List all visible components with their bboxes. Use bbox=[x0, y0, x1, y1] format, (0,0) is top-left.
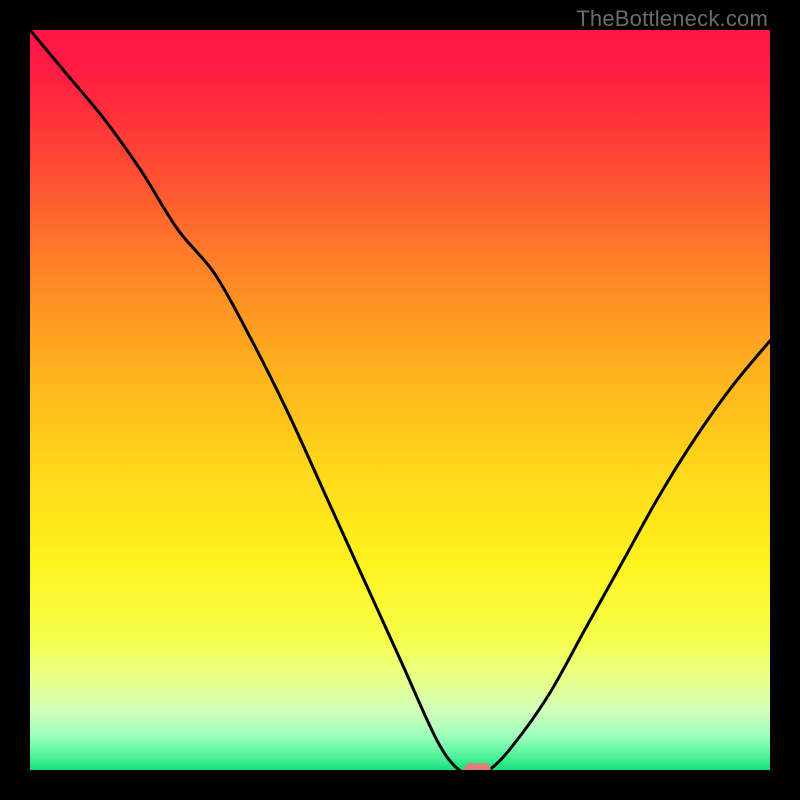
plot-area bbox=[30, 30, 770, 770]
watermark-text: TheBottleneck.com bbox=[576, 6, 768, 32]
bottleneck-curve bbox=[30, 30, 770, 770]
curve-layer bbox=[30, 30, 770, 770]
chart-stage: TheBottleneck.com bbox=[0, 0, 800, 800]
optimal-marker bbox=[465, 763, 491, 770]
